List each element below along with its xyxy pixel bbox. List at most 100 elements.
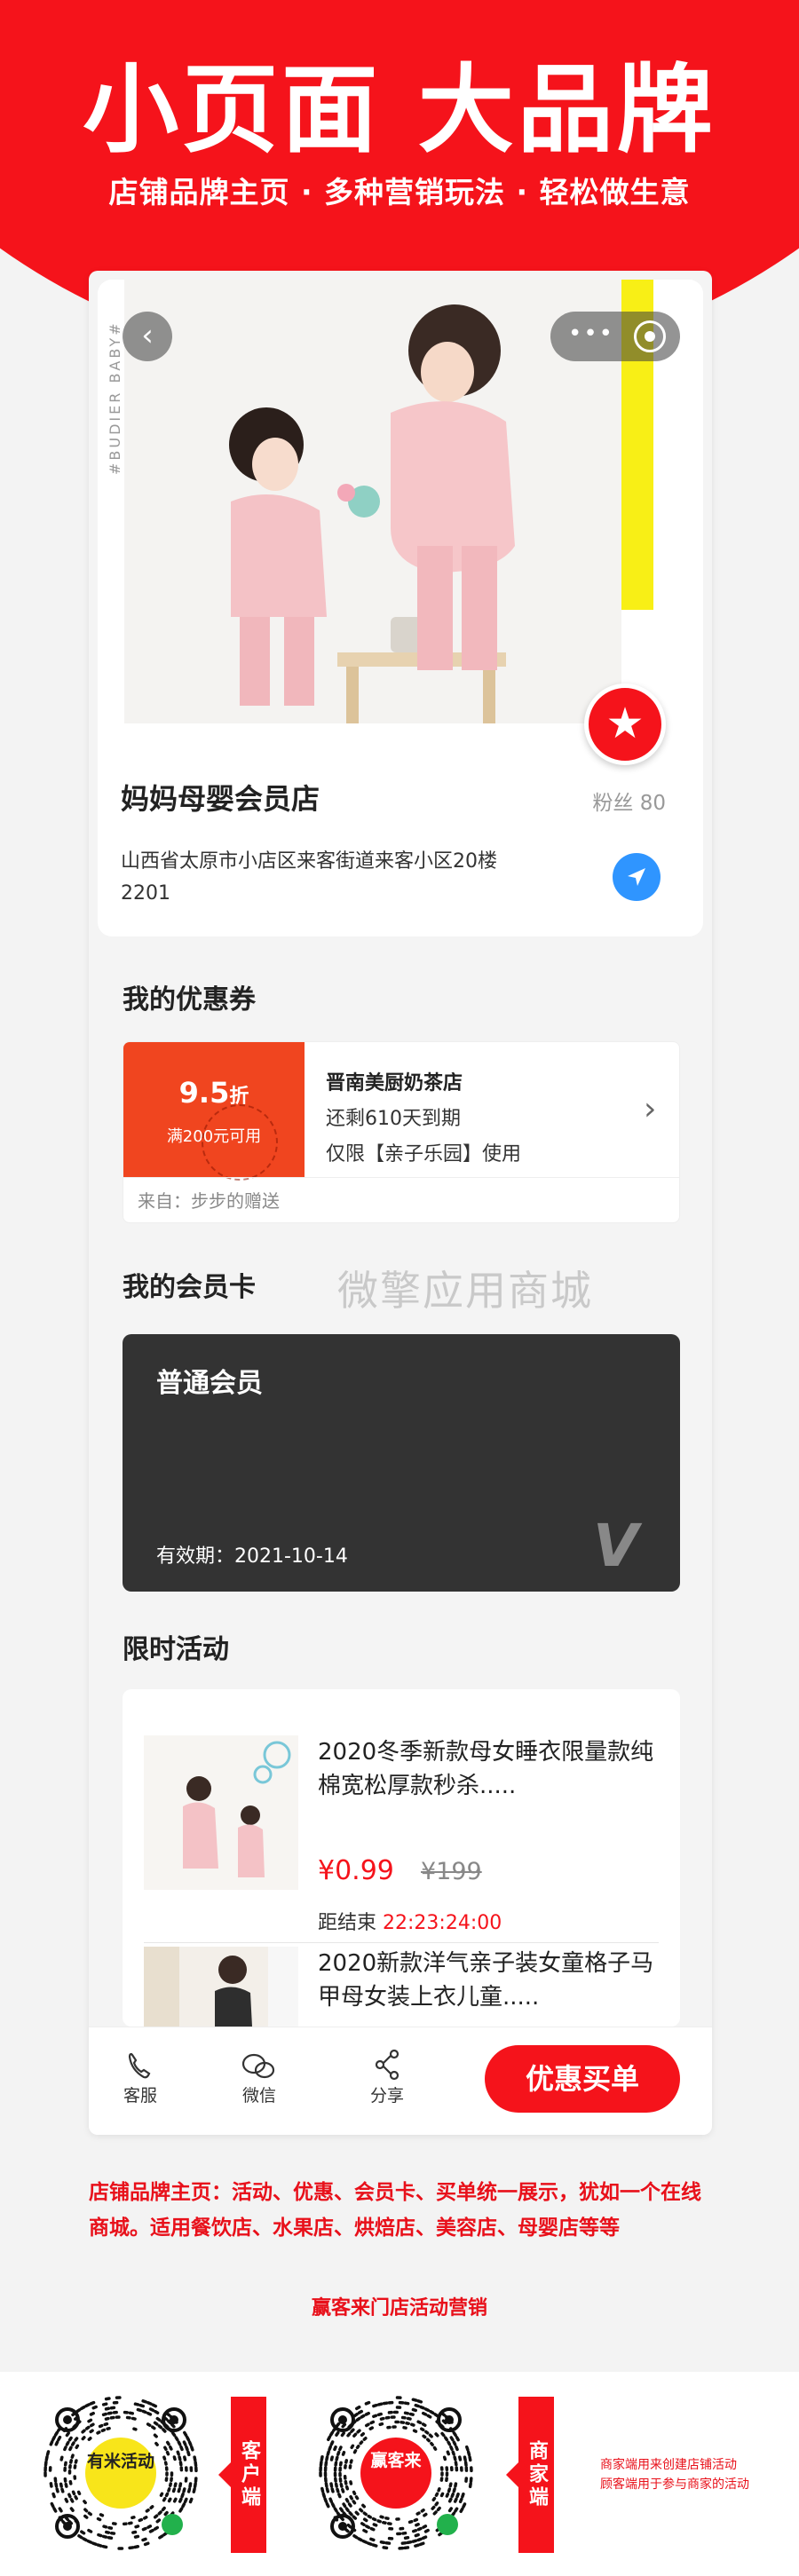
qr-dot <box>333 2507 338 2513</box>
qr-dot <box>346 2523 352 2529</box>
qr-dot <box>324 2482 328 2488</box>
qr-dot <box>455 2436 460 2442</box>
qr-dot <box>367 2541 373 2547</box>
mother-child-illustration <box>124 280 621 723</box>
qr-dot <box>330 2501 336 2509</box>
qr-dot <box>337 2493 342 2499</box>
qr-dot <box>87 2511 92 2517</box>
qr-dot <box>193 2482 197 2489</box>
wechat-button[interactable]: 微信 <box>224 2049 295 2106</box>
qr-dot <box>420 2427 425 2432</box>
qr-dot <box>365 2422 370 2428</box>
qr-dot <box>186 2450 191 2457</box>
qr-center-label: 有米活动 <box>85 2438 156 2509</box>
qr-dot <box>59 2482 63 2488</box>
favorite-button[interactable]: ★ <box>584 684 666 765</box>
qr-dot <box>53 2430 59 2437</box>
qr-dot <box>405 2422 410 2426</box>
qr-dot <box>133 2402 140 2406</box>
qr-dot <box>330 2487 335 2493</box>
qr-dot <box>69 2497 75 2503</box>
qr-dot <box>354 2495 360 2501</box>
qr-dot <box>141 2526 147 2532</box>
qr-dot <box>86 2539 93 2544</box>
qr-dot <box>153 2433 158 2438</box>
qr-dot <box>444 2436 449 2442</box>
qr-dot <box>408 2412 415 2416</box>
qr-dot <box>149 2505 154 2509</box>
phone-mockup: #BUDIER BABY# ‹ ••• ★ 妈妈母婴会员店 粉丝 80 山西省太… <box>89 271 712 2135</box>
qr-dot <box>57 2435 62 2442</box>
more-dots-icon[interactable]: ••• <box>568 320 614 347</box>
qr-dot <box>352 2490 357 2496</box>
qr-dot <box>346 2431 352 2438</box>
qr-dot <box>379 2416 385 2421</box>
qr-dot <box>91 2541 98 2547</box>
qr-dot <box>362 2511 368 2517</box>
qr-dot <box>465 2445 470 2452</box>
coupon-card[interactable]: 9.5折 满200元可用 晋南美厨奶茶店 还剩610天到期 仅限【亲子乐园】使用… <box>123 1041 680 1223</box>
qr-dot <box>76 2490 82 2496</box>
qr-note-line: 商家端用来创建店铺活动 <box>600 2458 737 2472</box>
qr-dot <box>186 2487 192 2493</box>
qr-dot <box>136 2407 142 2413</box>
qr-dot <box>51 2492 56 2499</box>
qr-dot <box>455 2445 459 2452</box>
qr-dot <box>64 2497 69 2503</box>
qr-dot <box>352 2500 357 2505</box>
qr-dot <box>410 2422 415 2427</box>
qr-dot <box>451 2450 455 2456</box>
target-icon[interactable] <box>634 320 666 352</box>
qr-dot <box>74 2437 79 2442</box>
activity-original-price: ¥199 <box>421 1858 482 1885</box>
qr-dot <box>74 2459 78 2464</box>
qr-dot <box>96 2517 102 2522</box>
qr-dot <box>182 2487 186 2493</box>
qr-dot <box>52 2507 58 2513</box>
pay-button[interactable]: 优惠买单 <box>485 2045 680 2113</box>
qr-dot <box>174 2436 179 2442</box>
back-button[interactable]: ‹ <box>123 312 172 361</box>
qr-dot <box>74 2494 78 2501</box>
activity-countdown: 距结束 22:23:24:00 <box>318 1912 502 1934</box>
qr-dot <box>154 2409 160 2415</box>
qr-dot <box>180 2492 185 2499</box>
qr-dot <box>102 2525 108 2529</box>
qr-dot <box>411 2407 417 2413</box>
qr-dot <box>154 2441 159 2446</box>
qr-dot <box>84 2425 91 2430</box>
qr-dot <box>411 2529 418 2533</box>
qr-dot <box>104 2406 111 2411</box>
qr-dot <box>348 2511 353 2517</box>
share-button[interactable]: 分享 <box>352 2049 423 2106</box>
coupon-remaining: 还剩610天到期 <box>326 1108 461 1130</box>
qr-dot <box>155 2416 162 2422</box>
mini-program-capsule: ••• <box>550 312 680 361</box>
qr-dot <box>431 2505 436 2510</box>
brand-vertical-tag: #BUDIER BABY# <box>107 320 123 475</box>
wechat-badge <box>437 2514 458 2535</box>
qr-dot <box>143 2541 150 2547</box>
qr-dot <box>362 2517 368 2523</box>
qr-dot <box>98 2423 104 2429</box>
qr-dot <box>58 2507 63 2513</box>
customer-qr-code: 有米活动 <box>41 2393 201 2553</box>
service-button[interactable]: 客服 <box>105 2049 176 2106</box>
qr-dot <box>168 2482 172 2487</box>
qr-dot <box>83 2508 89 2513</box>
qr-dot <box>328 2445 332 2452</box>
qr-dot <box>422 2434 427 2439</box>
qr-dot <box>178 2507 184 2513</box>
qr-dot <box>328 2497 334 2503</box>
qr-dot <box>440 2431 446 2438</box>
member-card[interactable]: 普通会员 有效期：2021-10-14 V <box>123 1334 680 1592</box>
qr-dot <box>448 2482 453 2488</box>
qr-dot <box>423 2512 428 2517</box>
qr-dot <box>178 2497 183 2503</box>
chevron-left-icon: ‹ <box>141 318 154 353</box>
qr-dot <box>406 2416 412 2421</box>
customer-side-label: 客户端 <box>218 2397 266 2553</box>
qr-dot <box>83 2514 89 2519</box>
navigate-button[interactable] <box>613 853 661 901</box>
qr-dot <box>352 2534 359 2540</box>
